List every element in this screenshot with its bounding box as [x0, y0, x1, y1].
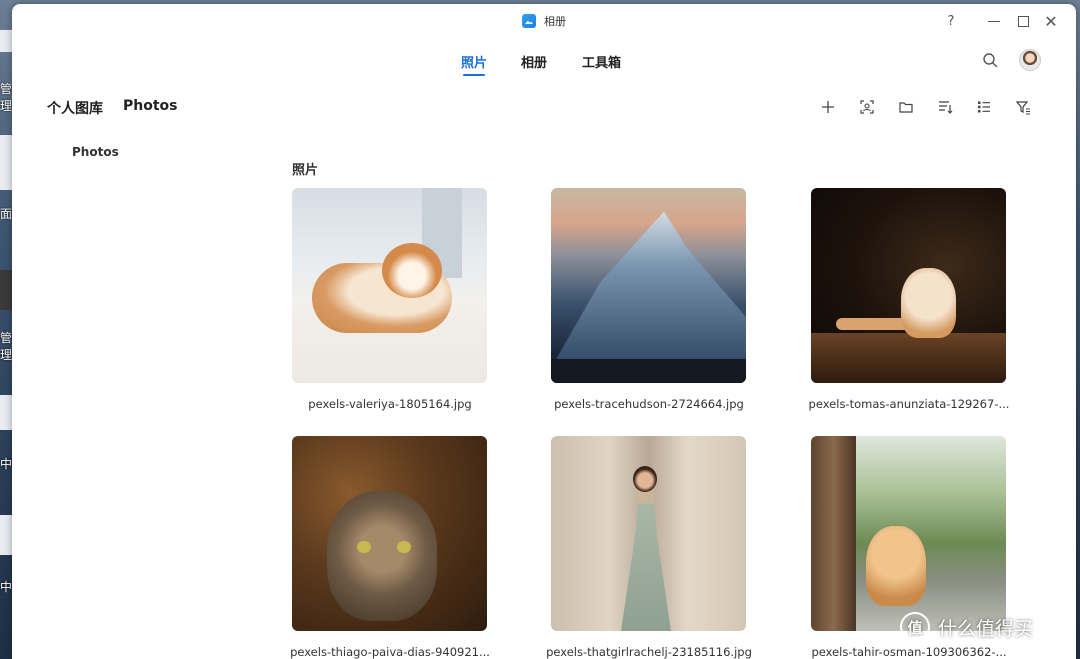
watermark-text: 什么值得买 — [938, 617, 1034, 640]
search-icon[interactable] — [982, 52, 998, 68]
photo-thumbnail[interactable] — [292, 188, 487, 383]
desktop-label: 面 — [0, 207, 12, 221]
toolbar — [818, 98, 1033, 116]
desktop-tile — [0, 135, 12, 190]
list-view-icon — [978, 101, 990, 113]
help-button[interactable]: ? — [941, 12, 961, 30]
photo-thumbnail[interactable] — [811, 436, 1006, 631]
photo-card[interactable]: pexels-valeriya-1805164.jpg — [292, 188, 487, 411]
tab-photos[interactable]: 照片 — [461, 52, 487, 71]
photo-caption: pexels-tahir-osman-109306362-... — [811, 645, 1007, 659]
watermark-logo: 值 — [900, 612, 930, 642]
photo-thumbnail[interactable] — [551, 436, 746, 631]
desktop-tile — [0, 270, 12, 310]
plus-icon — [822, 101, 834, 113]
face-scan-icon — [860, 100, 874, 114]
photo-caption: pexels-thatgirlrachelj-23185116.jpg — [546, 645, 752, 659]
photo-card[interactable]: pexels-thiago-paiva-dias-940921... — [290, 436, 490, 659]
photo-caption: pexels-tracehudson-2724664.jpg — [554, 397, 744, 411]
sort-icon — [939, 101, 953, 114]
photo-caption: pexels-valeriya-1805164.jpg — [308, 397, 472, 411]
close-icon: ✕ — [1044, 11, 1058, 31]
photo-caption: pexels-thiago-paiva-dias-940921... — [290, 645, 490, 659]
section-title: 照片 — [292, 163, 319, 178]
app-title: 相册 — [522, 13, 566, 29]
photo-caption: pexels-tomas-anunziata-129267-... — [808, 397, 1010, 411]
desktop-label: 管理 — [0, 331, 12, 362]
desktop-label: 管理 — [0, 82, 12, 113]
desktop-label: 中 — [0, 457, 12, 471]
photos-app-icon — [522, 14, 536, 28]
tab-albums[interactable]: 相册 — [521, 52, 547, 71]
photo-card[interactable]: pexels-tracehudson-2724664.jpg — [551, 188, 746, 411]
top-navigation: 照片 相册 工具箱 — [12, 52, 1076, 80]
breadcrumb-photos[interactable]: Photos — [123, 98, 178, 118]
maximize-icon — [1017, 15, 1029, 27]
breadcrumb: 个人图库 Photos — [47, 98, 178, 118]
photo-thumbnail[interactable] — [551, 188, 746, 383]
folder-button[interactable] — [896, 98, 916, 116]
folder-icon — [899, 102, 913, 113]
title-bar[interactable]: 相册 ? ✕ — [12, 4, 1076, 38]
face-scan-button[interactable] — [857, 98, 877, 116]
close-button[interactable]: ✕ — [1041, 11, 1061, 31]
filter-button[interactable] — [1013, 98, 1033, 116]
sidebar-item-photos[interactable]: Photos — [72, 145, 119, 159]
app-title-text: 相册 — [544, 15, 566, 28]
minimize-button[interactable] — [984, 12, 1004, 30]
active-tab-indicator — [463, 74, 485, 76]
desktop-tile — [0, 30, 12, 52]
desktop-tile — [0, 395, 12, 430]
photo-thumbnail[interactable] — [292, 436, 487, 631]
user-avatar[interactable] — [1019, 49, 1041, 71]
desktop-tile — [0, 515, 12, 555]
minimize-icon — [988, 20, 1000, 22]
tab-toolbox[interactable]: 工具箱 — [582, 52, 621, 71]
photo-thumbnail[interactable] — [811, 188, 1006, 383]
maximize-button[interactable] — [1013, 12, 1033, 30]
watermark: 值 什么值得买 — [900, 612, 1033, 642]
photos-app-window: 相册 ? ✕ 照片 相册 工具箱 个人图库 Photos Photos 照片 p… — [12, 4, 1076, 659]
breadcrumb-library[interactable]: 个人图库 — [47, 98, 103, 118]
sort-button[interactable] — [935, 98, 955, 116]
add-button[interactable] — [818, 98, 838, 116]
desktop-background-strip: 管理 面 管理 中 中 — [0, 0, 12, 659]
desktop-label: 中 — [0, 580, 12, 594]
list-view-button[interactable] — [974, 98, 994, 116]
filter-icon — [1015, 101, 1030, 115]
photo-card[interactable]: pexels-tomas-anunziata-129267-... — [809, 188, 1009, 411]
photo-card[interactable]: pexels-thatgirlrachelj-23185116.jpg — [546, 436, 752, 659]
